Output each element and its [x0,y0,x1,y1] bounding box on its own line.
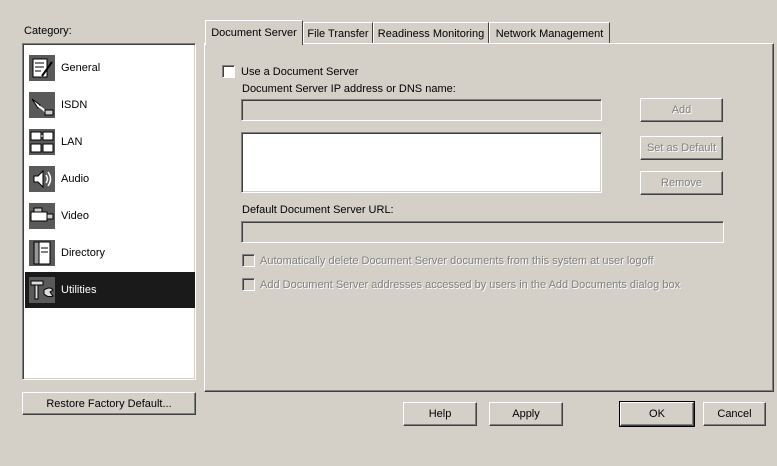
use-document-server-checkbox[interactable] [222,65,235,78]
category-item-video[interactable]: Video [25,198,195,234]
category-item-lan[interactable]: LAN [25,124,195,160]
help-button[interactable]: Help [403,402,477,426]
audio-icon [27,164,57,194]
apply-button[interactable]: Apply [489,402,563,426]
tab-document-server[interactable]: Document Server [205,20,303,45]
category-item-label: LAN [61,136,83,148]
auto-delete-label: Automatically delete Document Server doc… [260,254,654,267]
cancel-button[interactable]: Cancel [703,402,766,426]
category-item-label: Audio [61,173,90,185]
tab-network-management[interactable]: Network Management [489,22,610,44]
use-document-server-label: Use a Document Server [241,65,359,78]
lan-icon [27,127,57,157]
add-addresses-checkbox[interactable] [242,278,255,291]
general-icon [27,53,57,83]
auto-delete-row[interactable]: Automatically delete Document Server doc… [242,254,654,267]
remove-button[interactable]: Remove [640,171,723,195]
category-item-label: ISDN [61,99,88,111]
set-as-default-button[interactable]: Set as Default [640,136,723,160]
restore-factory-default-button[interactable]: Restore Factory Default... [22,392,196,415]
category-item-label: General [61,62,101,74]
ok-button[interactable]: OK [619,401,695,427]
isdn-icon [27,90,57,120]
ip-address-input[interactable] [241,99,602,121]
add-addresses-label: Add Document Server addresses accessed b… [260,278,681,291]
use-document-server-row[interactable]: Use a Document Server [222,65,358,78]
utilities-icon [27,275,57,305]
auto-delete-checkbox[interactable] [242,254,255,267]
category-label: Category: [24,25,72,37]
category-item-general[interactable]: General [25,50,195,86]
add-addresses-row[interactable]: Add Document Server addresses accessed b… [242,278,680,291]
category-item-utilities[interactable]: Utilities [25,272,195,308]
tab-file-transfer[interactable]: File Transfer [303,22,373,44]
document-server-panel [204,43,774,392]
default-url-label: Default Document Server URL: [242,204,394,216]
default-url-input[interactable] [241,221,724,243]
document-server-list[interactable] [241,132,602,193]
category-item-audio[interactable]: Audio [25,161,195,197]
directory-icon [27,238,57,268]
category-item-isdn[interactable]: ISDN [25,87,195,123]
ip-address-label: Document Server IP address or DNS name: [242,83,456,95]
video-icon [27,201,57,231]
category-list: General ISDN LAN Audio Video Directory U… [22,43,196,380]
category-item-directory[interactable]: Directory [25,235,195,271]
category-item-label: Directory [61,247,106,259]
add-button[interactable]: Add [640,98,723,122]
tab-readiness-monitoring[interactable]: Readiness Monitoring [373,22,489,44]
category-item-label: Video [61,210,89,222]
category-item-label: Utilities [61,284,97,296]
